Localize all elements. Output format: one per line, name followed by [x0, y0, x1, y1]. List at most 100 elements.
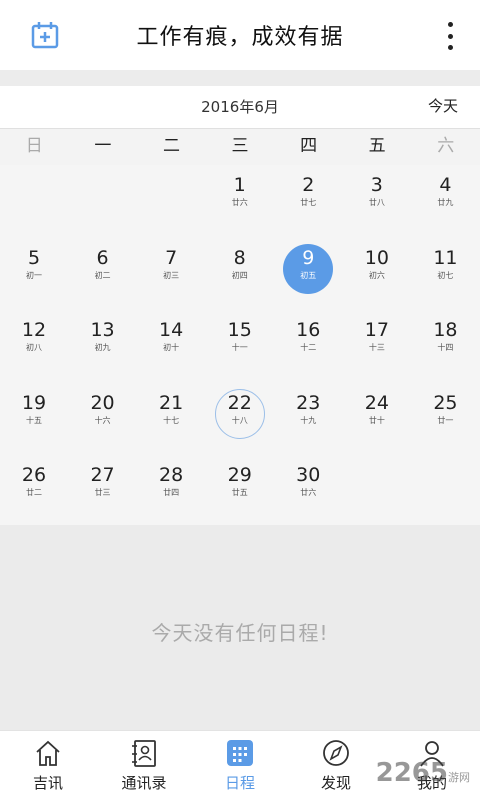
calendar-day[interactable]: 4 廿九 [411, 165, 479, 237]
day-number: 3 [370, 174, 383, 196]
page-title: 工作有痕，成效有据 [136, 25, 344, 50]
calendar-day[interactable]: 13 初九 [69, 310, 137, 382]
day-number: 22 [227, 391, 252, 414]
more-vertical-icon[interactable] [440, 22, 460, 50]
calendar-day[interactable]: 28 廿四 [137, 455, 205, 527]
calendar-day[interactable]: 9 初五 [274, 238, 342, 310]
lunar-date: 初六 [368, 270, 385, 280]
tab-home[interactable]: 吉讯 [0, 731, 96, 801]
day-number: 12 [21, 319, 47, 341]
calendar-day[interactable]: 14 初十 [137, 310, 205, 382]
calendar-day[interactable]: 5 初一 [0, 238, 68, 310]
day-number: 30 [296, 464, 321, 486]
calendar-grid-icon [224, 737, 256, 769]
day-number: 15 [227, 319, 252, 341]
lunar-date: 廿九 [437, 198, 454, 207]
calendar-day[interactable]: 18 十四 [411, 310, 479, 382]
calendar-day[interactable]: 30 廿六 [274, 455, 342, 527]
lunar-date: 廿八 [368, 198, 385, 207]
calendar-day[interactable]: 26 廿二 [0, 455, 68, 527]
app-header: 工作有痕，成效有据 [0, 0, 480, 70]
lunar-date: 初五 [300, 270, 317, 280]
tab-compass[interactable]: 发现 [288, 731, 384, 801]
day-number: 16 [296, 319, 321, 341]
weekday-label: 六 [437, 136, 455, 156]
weekday-label: 五 [368, 136, 386, 156]
today-button[interactable]: 今天 [428, 95, 458, 116]
calendar-day[interactable]: 15 十一 [206, 310, 274, 382]
calendar-day[interactable]: 25 廿一 [411, 383, 479, 455]
tab-calendar-grid[interactable]: 日程 [192, 731, 288, 801]
day-number: 10 [364, 246, 389, 269]
empty-schedule-message: 今天没有任何日程! [151, 621, 329, 645]
weekday-label: 四 [300, 136, 318, 156]
calendar-header: 2016年6月 今天 [0, 86, 480, 128]
tab-contacts[interactable]: 通讯录 [96, 731, 192, 801]
calendar-day[interactable]: 7 初三 [137, 238, 205, 310]
lunar-date: 廿三 [94, 488, 111, 497]
day-number: 25 [433, 391, 458, 414]
calendar-day[interactable]: 10 初六 [343, 238, 411, 310]
day-number: 21 [159, 391, 184, 414]
weekday-row: 日一二三四五六 [0, 128, 480, 166]
day-number: 7 [165, 246, 178, 269]
calendar-day[interactable]: 21 十七 [137, 383, 205, 455]
calendar-day[interactable]: 22 十八 [206, 383, 274, 455]
lunar-date: 廿四 [163, 488, 180, 497]
lunar-date: 廿十 [368, 415, 385, 425]
day-number: 11 [433, 246, 458, 269]
header-divider [0, 70, 480, 86]
day-number: 8 [233, 246, 246, 269]
lunar-date: 廿六 [231, 198, 248, 207]
day-number: 2 [302, 174, 315, 196]
lunar-date: 十八 [231, 415, 248, 425]
month-label[interactable]: 2016年6月 [0, 96, 480, 117]
lunar-date: 十五 [26, 415, 42, 425]
calendar-day[interactable]: 3 廿八 [343, 165, 411, 237]
tab-label: 通讯录 [121, 774, 167, 792]
lunar-date: 初三 [163, 270, 180, 280]
calendar-day[interactable]: 16 十二 [274, 310, 342, 382]
calendar-day[interactable]: 8 初四 [206, 238, 274, 310]
day-number: 17 [364, 319, 389, 341]
day-number: 19 [21, 391, 47, 414]
day-number: 26 [21, 464, 47, 486]
day-number: 23 [296, 391, 321, 414]
weekday-label: 日 [25, 136, 43, 156]
day-number: 1 [233, 174, 246, 196]
schedule-list: 今天没有任何日程! [0, 525, 480, 730]
lunar-date: 初七 [437, 270, 454, 280]
lunar-date: 廿二 [26, 488, 42, 497]
lunar-date: 十一 [231, 343, 248, 352]
calendar-day[interactable]: 29 廿五 [206, 455, 274, 527]
calendar-add-icon[interactable] [30, 20, 60, 50]
calendar-day[interactable]: 1 廿六 [206, 165, 274, 237]
day-number: 24 [364, 391, 389, 414]
calendar-day[interactable]: 20 十六 [69, 383, 137, 455]
calendar-day[interactable]: 23 十九 [274, 383, 342, 455]
tab-label: 发现 [320, 774, 351, 792]
tab-label: 吉讯 [32, 774, 63, 792]
day-number: 13 [90, 319, 115, 341]
weekday-label: 二 [162, 136, 180, 156]
lunar-date: 十四 [437, 343, 454, 352]
lunar-date: 廿一 [437, 415, 454, 425]
calendar-day[interactable]: 12 初八 [0, 310, 68, 382]
calendar-grid: 1 廿六 2 廿七 3 廿八 4 廿九 5 初一 6 初二 7 初三 8 初四 9 初五 10 初六 11 初七 12 初八 1… [0, 165, 480, 525]
lunar-date: 初八 [26, 343, 42, 352]
day-number: 18 [433, 319, 458, 341]
calendar-day[interactable]: 17 十三 [343, 310, 411, 382]
calendar-day[interactable]: 2 廿七 [274, 165, 342, 237]
weekday-label: 三 [231, 136, 249, 156]
lunar-date: 十二 [300, 343, 317, 352]
day-number: 5 [27, 246, 41, 269]
calendar-day[interactable]: 11 初七 [411, 238, 479, 310]
calendar-day[interactable]: 27 廿三 [69, 455, 137, 527]
day-number: 28 [159, 464, 184, 486]
calendar-day[interactable]: 24 廿十 [343, 383, 411, 455]
compass-icon [320, 737, 352, 769]
calendar-day[interactable]: 6 初二 [69, 238, 137, 310]
tab-label: 日程 [224, 774, 255, 792]
contacts-icon [128, 737, 160, 769]
calendar-day[interactable]: 19 十五 [0, 383, 68, 455]
